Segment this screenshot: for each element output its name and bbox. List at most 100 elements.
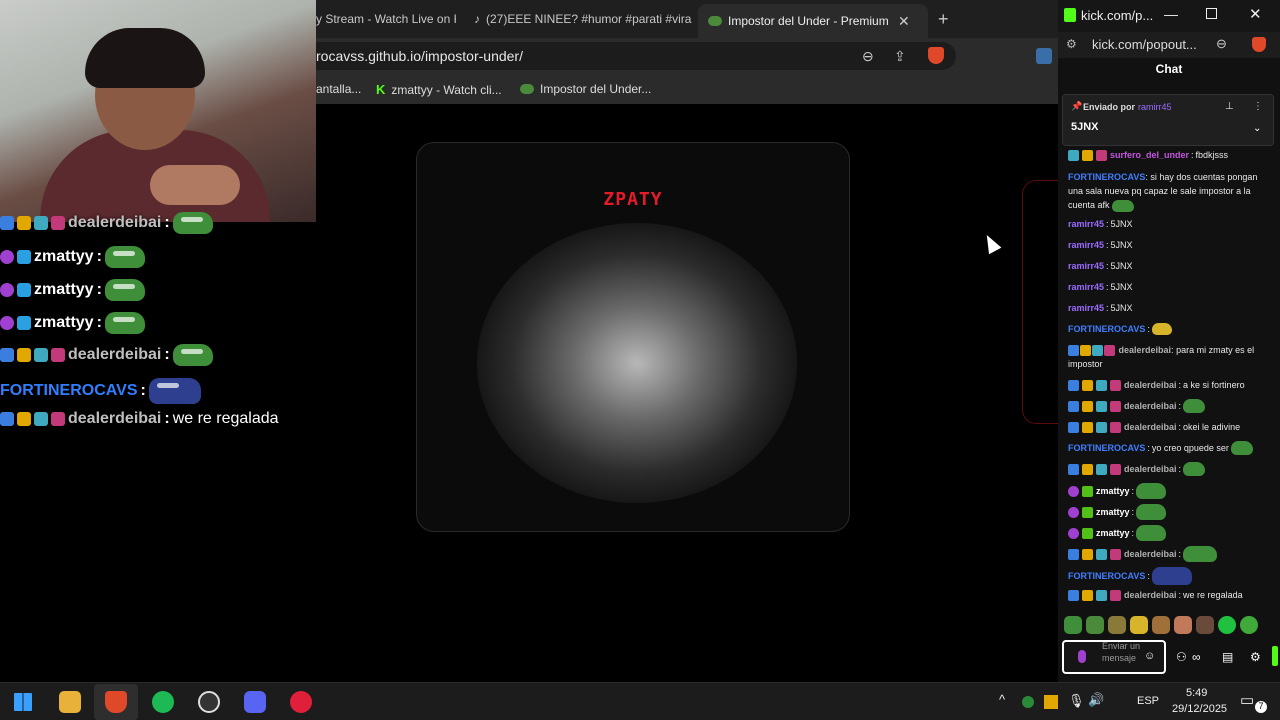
url-field[interactable]: rocavss.github.io/impostor-under/: [316, 42, 956, 70]
colon: :: [1131, 528, 1135, 538]
emote-icon[interactable]: [1130, 616, 1148, 634]
chat-text: we re regalada: [1183, 590, 1243, 600]
send-button[interactable]: [1272, 646, 1278, 666]
tab-tiktok[interactable]: ♪ (27)EEE NINEE? #humor #parati #vira: [474, 6, 714, 32]
brave-browser-icon[interactable]: [105, 691, 127, 713]
chat-username[interactable]: zmattyy: [1096, 505, 1130, 519]
chat-text: 5JNX: [1110, 240, 1133, 250]
store-icon[interactable]: ▤: [1222, 650, 1233, 664]
emote-icon[interactable]: [1174, 616, 1192, 634]
colon: :: [1106, 282, 1109, 292]
bookmark-3[interactable]: Impostor del Under...: [520, 82, 651, 96]
colon: :: [1106, 261, 1109, 271]
site-settings-icon[interactable]: ⚙: [1066, 37, 1077, 51]
minimize-icon[interactable]: —: [1164, 6, 1178, 22]
tab-kick-stream[interactable]: y Stream - Watch Live on K: [316, 6, 456, 32]
chevron-down-icon[interactable]: ⌄: [1253, 123, 1261, 134]
emote-icon[interactable]: [1218, 616, 1236, 634]
emote-icon[interactable]: [1240, 616, 1258, 634]
chat-username[interactable]: ramirr45: [1068, 301, 1104, 315]
bookmark-label: zmattyy - Watch cli...: [391, 82, 502, 97]
emote-icon[interactable]: [1064, 616, 1082, 634]
bookmark-1[interactable]: antalla...: [316, 82, 361, 96]
colon: :: [1106, 219, 1109, 229]
colon: :: [1178, 401, 1182, 411]
emote-icon[interactable]: [1086, 616, 1104, 634]
pinned-message[interactable]: 📌 Enviado por ramirr45 ⊥ ⋮ 5JNX ⌄: [1062, 94, 1274, 146]
chat-username[interactable]: ramirr45: [1068, 259, 1104, 273]
obs-icon[interactable]: [198, 691, 220, 713]
pepe-emote-icon: [172, 344, 213, 366]
badge-icon: [1082, 548, 1093, 560]
settings-icon[interactable]: ⚙: [1250, 650, 1261, 664]
maximize-icon[interactable]: [1206, 8, 1217, 19]
chat-username[interactable]: zmattyy: [1096, 526, 1130, 540]
volume-icon[interactable]: 🔊: [1088, 692, 1104, 708]
chat-username[interactable]: surfero_del_under: [1110, 148, 1189, 162]
spotify-icon[interactable]: [152, 691, 174, 713]
chat-username[interactable]: dealerdeibai: [1124, 378, 1177, 392]
side-panel-edge: [1022, 180, 1062, 424]
chevron-up-icon[interactable]: ^: [999, 692, 1005, 707]
infinity-icon[interactable]: ∞: [1192, 650, 1201, 664]
chat-username[interactable]: dealerdeibai: [1124, 420, 1177, 434]
tab-impostor-active[interactable]: Impostor del Under - Premium E ✕: [698, 4, 928, 38]
chat-username[interactable]: zmattyy: [1096, 484, 1130, 498]
share-icon[interactable]: ⇪: [894, 48, 906, 65]
tray-app-icon[interactable]: [1022, 696, 1034, 708]
chat-username[interactable]: FORTINEROCAVS: [1068, 172, 1145, 182]
emote-icon[interactable]: [1152, 616, 1170, 634]
emote-icon[interactable]: [1108, 616, 1126, 634]
game-card: ZPATY: [416, 142, 850, 532]
popout-url[interactable]: kick.com/popout...: [1092, 37, 1197, 52]
chat-message: dealerdeibai:: [1068, 399, 1274, 413]
chat-message: dealerdeibai:: [1068, 546, 1274, 562]
clock-date[interactable]: 29/12/2025: [1172, 703, 1227, 715]
language-indicator[interactable]: ESP: [1137, 695, 1159, 707]
notification-icon[interactable]: ▭: [1240, 691, 1254, 709]
chat-username[interactable]: FORTINEROCAVS: [1068, 441, 1145, 455]
overlay-username: zmattyy: [34, 314, 94, 331]
clock-time[interactable]: 5:49: [1186, 687, 1207, 699]
tray-app-icon[interactable]: [1044, 695, 1058, 709]
badge-icon: [1104, 345, 1115, 357]
chat-username[interactable]: FORTINEROCAVS: [1068, 569, 1145, 583]
unpin-icon[interactable]: ⊥: [1225, 101, 1234, 112]
chat-username[interactable]: dealerdeibai: [1119, 345, 1172, 355]
new-tab-button[interactable]: +: [938, 6, 958, 32]
chat-username[interactable]: ramirr45: [1068, 280, 1104, 294]
zoom-icon[interactable]: ⊖: [1216, 36, 1227, 52]
users-icon[interactable]: ⚇: [1176, 650, 1187, 664]
chat-username[interactable]: FORTINEROCAVS: [1068, 322, 1145, 336]
zoom-icon[interactable]: ⊖: [862, 48, 874, 65]
app-icon[interactable]: [290, 691, 312, 713]
colon: :: [1147, 443, 1150, 453]
pepe-favicon-icon: [520, 84, 534, 94]
emoji-picker-icon[interactable]: ☺: [1144, 650, 1155, 662]
close-window-icon[interactable]: ✕: [1249, 5, 1262, 23]
emote-icon[interactable]: [1196, 616, 1214, 634]
chat-username[interactable]: ramirr45: [1068, 217, 1104, 231]
brave-shield-icon[interactable]: [928, 47, 944, 64]
chat-username[interactable]: dealerdeibai: [1124, 588, 1177, 602]
file-explorer-icon[interactable]: [59, 691, 81, 713]
brave-shield-icon[interactable]: [1252, 37, 1266, 52]
badge-icon: [34, 216, 48, 230]
overlay-username: zmattyy: [34, 281, 94, 298]
pepe-emote-icon: [1230, 441, 1253, 455]
chat-username[interactable]: dealerdeibai: [1124, 399, 1177, 413]
close-tab-icon[interactable]: ✕: [898, 13, 910, 30]
chat-username[interactable]: ramirr45: [1068, 238, 1104, 252]
more-options-icon[interactable]: ⋮: [1253, 101, 1263, 112]
mic-icon: [0, 316, 14, 330]
translate-icon[interactable]: [1036, 48, 1052, 64]
chat-text: a ke si fortinero: [1183, 380, 1245, 390]
bookmark-2[interactable]: K zmattyy - Watch cli...: [376, 82, 502, 97]
chat-username[interactable]: dealerdeibai: [1124, 547, 1177, 561]
start-menu-icon[interactable]: [14, 693, 32, 711]
microphone-icon[interactable]: 🎙: [1068, 693, 1085, 709]
blurred-reveal: [477, 223, 797, 503]
chat-username[interactable]: dealerdeibai: [1124, 462, 1177, 476]
chat-input[interactable]: Enviar un mensaje ☺: [1062, 640, 1166, 674]
discord-icon[interactable]: [244, 691, 266, 713]
